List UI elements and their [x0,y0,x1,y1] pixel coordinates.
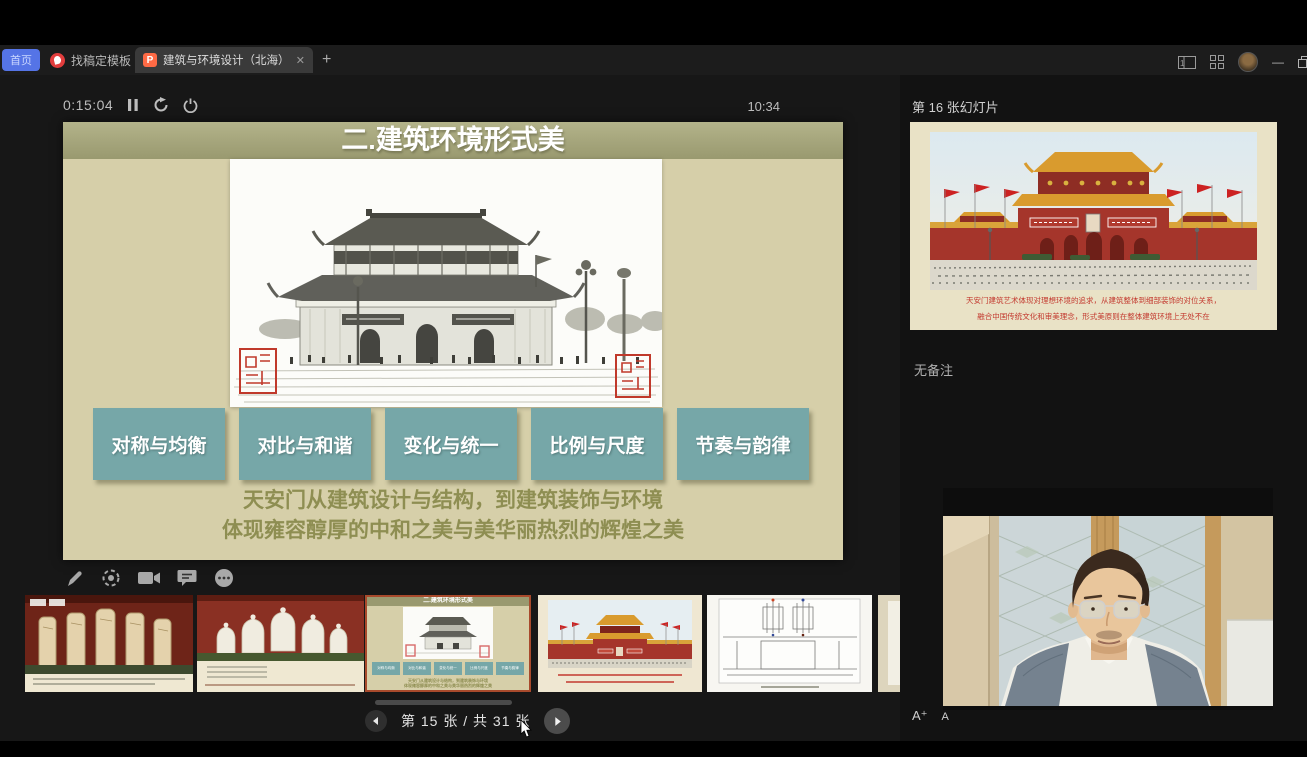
mouse-cursor [520,720,534,743]
tab-template-label: 找稿定模板 [71,52,131,69]
tiananmen-engraving-image [230,159,662,407]
reset-timer-icon[interactable] [153,97,169,113]
concept-buttons: 对称与均衡 对比与和谐 变化与统一 比例与尺度 节奏与韵律 [93,408,815,480]
mini-button: 对比与和谐 [403,662,431,675]
letterbox-bottom [0,741,1307,757]
current-slide[interactable]: 二.建筑环境形式美 [63,122,843,560]
button-proportion-scale: 比例与尺度 [531,408,663,480]
slide-caption-line2: 体现雍容醇厚的中和之美与美华丽热烈的辉煌之美 [63,516,843,546]
mini-button: 对称与均衡 [372,662,400,675]
tab-home[interactable]: 首页 [2,49,40,71]
next-slide-button[interactable] [544,708,570,734]
next-slide-caption-line2: 融合中国传统文化和审美理念，形式美原则在整体建筑环境上无处不在 [910,312,1277,321]
mini-button: 变化与统一 [434,662,462,675]
gaoding-logo-icon [50,53,65,68]
window-controls: 1 — ✕ [1178,52,1307,72]
wall-clock: 10:34 [727,99,780,114]
notes-font-controls: A⁺ A [912,708,949,724]
next-slide-caption-line1: 天安门建筑艺术体现对理想环境的追求，从建筑整体到细部装饰的对位关系， [910,296,1277,305]
thumbnail-slide-16[interactable] [538,595,702,692]
app-window: 首页 找稿定模板 P 建筑与环境设计（北海）(2).pptx ✕ + 1 [0,0,1307,757]
mini-caption: 天安门从建筑设计与结构，到建筑装饰与环境 体现雍容醇厚的中和之美与美华丽热烈的辉… [367,678,529,688]
next-slide-preview[interactable]: 天安门建筑艺术体现对理想环境的追求，从建筑整体到细部装饰的对位关系， 融合中国传… [910,122,1277,330]
speaker-notes-empty: 无备注 [914,360,953,379]
next-slide-photo [930,132,1257,290]
pause-timer-icon[interactable] [127,98,139,112]
slide-pager: 第 15 张 / 共 31 张 [365,708,570,734]
webcam-video [943,516,1273,706]
mini-buttons: 对称与均衡 对比与和谐 变化与统一 比例与尺度 节奏与韵律 [372,662,524,675]
timer-bar: 0:15:04 [63,97,198,113]
previous-slide-button[interactable] [365,710,387,732]
notes-font-increase-button[interactable]: A⁺ [912,708,928,724]
slide-title: 二.建筑环境形式美 [63,122,843,159]
grid-apps-icon[interactable] [1210,55,1224,69]
user-avatar[interactable] [1238,52,1258,72]
laser-pointer-icon[interactable] [101,568,121,588]
button-variation-unity: 变化与统一 [385,408,517,480]
svg-text:1: 1 [1180,59,1185,68]
thumbnail-slide-17[interactable] [707,595,872,692]
restore-window-button[interactable] [1298,56,1307,68]
annotation-toolbar [65,568,234,588]
page-indicator: 第 15 张 / 共 31 张 [401,711,530,731]
camera-icon[interactable] [138,570,160,586]
tab-document[interactable]: P 建筑与环境设计（北海）(2).pptx ✕ [135,47,313,73]
mini-button: 节奏与韵律 [496,662,524,675]
thumbnail-slide-13[interactable] [25,595,193,692]
elapsed-timer: 0:15:04 [63,97,113,113]
more-options-icon[interactable] [214,568,234,588]
pen-tool-icon[interactable] [65,569,84,588]
tab-document-label: 建筑与环境设计（北海）(2).pptx [163,52,290,68]
mini-slide-title: 二.建筑环境形式美 [367,597,529,606]
mini-engraving [403,607,493,659]
webcam-container[interactable] [943,488,1273,710]
slide-caption: 天安门从建筑设计与结构，到建筑装饰与环境 体现雍容醇厚的中和之美与美华丽热烈的辉… [63,486,843,546]
button-symmetry-balance: 对称与均衡 [93,408,225,480]
thumbnail-slide-15-selected[interactable]: 二.建筑环境形式美 对称与均衡 对比与和谐 变化与统一 比例 [365,595,531,692]
presentation-stage: 0:15:04 10:34 二.建筑环境形式美 [0,75,900,741]
filmstrip-scrollbar[interactable] [375,700,512,705]
new-tab-button[interactable]: + [322,51,331,69]
thumbnail-slide-18-partial[interactable] [878,595,900,692]
sidebar-layout-icon[interactable]: 1 [1178,56,1196,69]
slide-caption-line1: 天安门从建筑设计与结构，到建筑装饰与环境 [63,486,843,516]
minimize-button[interactable]: — [1272,55,1284,69]
button-contrast-harmony: 对比与和谐 [239,408,371,480]
next-slide-header: 第 16 张幻灯片 [912,97,999,116]
presenter-sidebar: 第 16 张幻灯片 [900,75,1307,741]
close-tab-icon[interactable]: ✕ [296,54,305,67]
end-show-power-icon[interactable] [183,98,198,113]
comment-icon[interactable] [177,569,197,587]
button-rhythm-cadence: 节奏与韵律 [677,408,809,480]
tab-bar: 首页 找稿定模板 P 建筑与环境设计（北海）(2).pptx ✕ + 1 [0,45,1307,75]
ppt-file-icon: P [143,53,157,67]
thumbnail-slide-14[interactable] [197,595,364,692]
mini-button: 比例与尺度 [465,662,493,675]
notes-font-decrease-button[interactable]: A [942,711,949,723]
